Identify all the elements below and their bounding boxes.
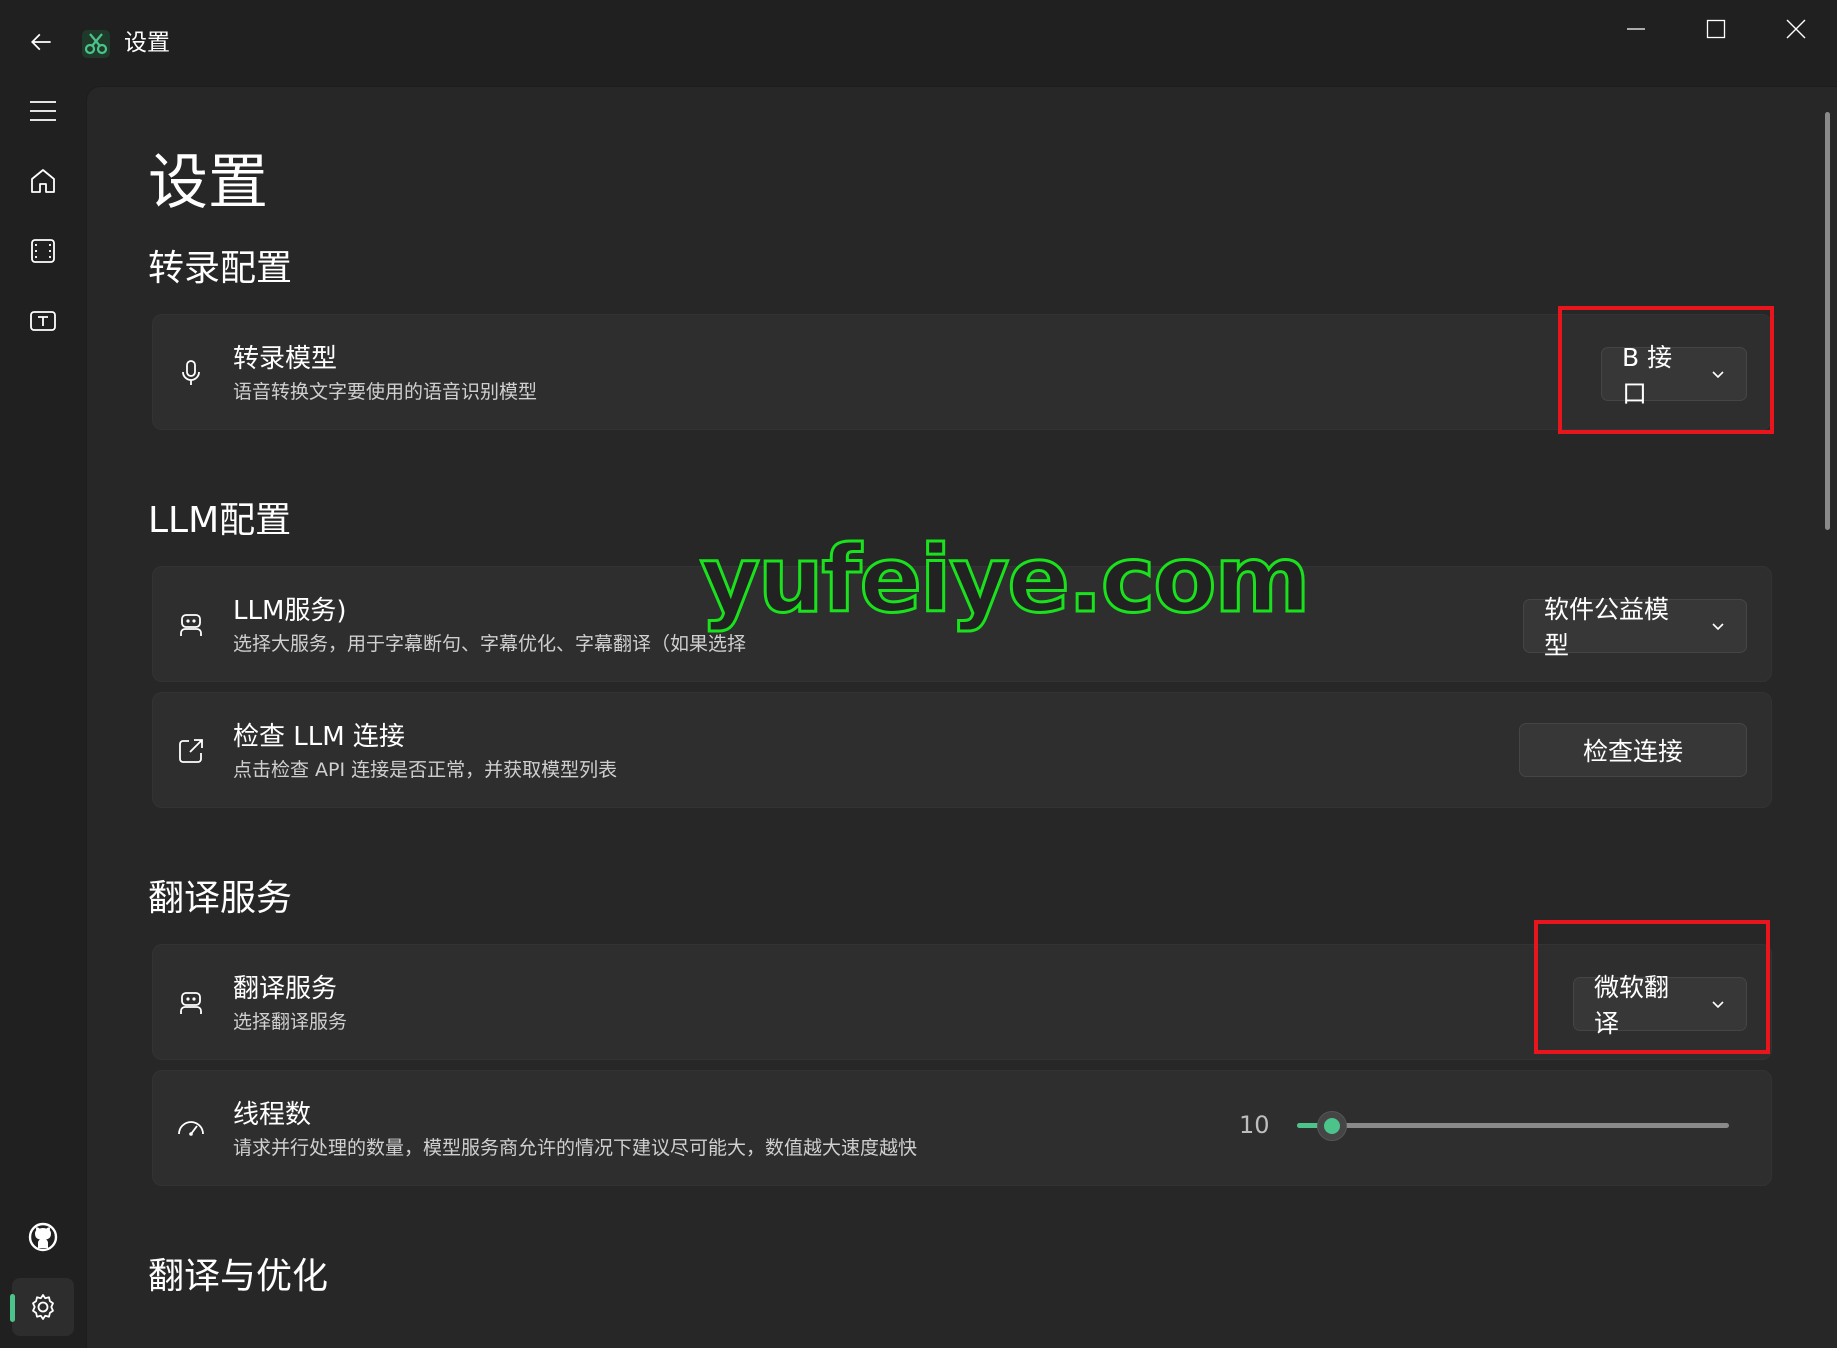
gear-icon	[32, 1294, 54, 1320]
scissors-app-icon	[80, 28, 112, 60]
setting-title: 转录模型	[233, 344, 338, 374]
chevron-down-icon	[1692, 618, 1726, 634]
nav-selection-indicator	[10, 1294, 15, 1322]
setting-title: 线程数	[233, 1100, 312, 1130]
open-external-icon	[173, 733, 209, 769]
maximize-button[interactable]	[1676, 0, 1756, 58]
close-button[interactable]	[1756, 0, 1836, 58]
section-title-translate: 翻译服务	[148, 878, 293, 919]
section-title-transcribe: 转录配置	[148, 248, 293, 289]
card-translate-service: 翻译服务 选择翻译服务 微软翻译	[152, 944, 1772, 1060]
card-llm-check: 检查 LLM 连接 点击检查 API 连接是否正常，并获取模型列表 检查连接	[152, 692, 1772, 808]
nav-menu-button[interactable]	[12, 82, 74, 140]
film-icon	[31, 239, 55, 263]
card-transcribe-model: 转录模型 语音转换文字要使用的语音识别模型 B 接口	[152, 314, 1772, 430]
nav-video[interactable]	[12, 222, 74, 280]
section-title-optimize: 翻译与优化	[148, 1256, 329, 1297]
minimize-icon	[1627, 28, 1645, 30]
speedometer-icon	[173, 1111, 209, 1147]
home-icon	[31, 169, 55, 193]
arrow-left-icon	[31, 33, 51, 51]
nav-home[interactable]	[12, 152, 74, 210]
microphone-icon	[173, 355, 209, 391]
highlight-box	[1534, 920, 1770, 1054]
github-icon	[28, 1222, 58, 1252]
close-icon	[1786, 19, 1806, 39]
section-title-llm: LLM配置	[148, 500, 292, 541]
nav-settings[interactable]	[12, 1278, 74, 1336]
check-connection-button[interactable]: 检查连接	[1519, 723, 1747, 777]
subtitle-icon	[30, 311, 56, 331]
page-title: 设置	[148, 148, 268, 218]
menu-icon	[30, 101, 56, 121]
minimize-button[interactable]	[1596, 0, 1676, 58]
llm-service-dropdown[interactable]: 软件公益模型	[1523, 595, 1747, 660]
nav-subtitle[interactable]	[12, 292, 74, 350]
setting-description: 选择翻译服务	[233, 1011, 348, 1033]
robot-icon	[173, 607, 209, 643]
setting-title: LLM服务)	[233, 596, 347, 626]
thread-count-value: 10	[1239, 1111, 1270, 1139]
thread-count-slider-track[interactable]	[1297, 1123, 1729, 1128]
setting-description: 语音转换文字要使用的语音识别模型	[233, 381, 538, 403]
maximize-icon	[1706, 19, 1726, 39]
back-button[interactable]	[18, 18, 66, 66]
thread-count-slider-thumb[interactable]	[1317, 1111, 1347, 1141]
setting-description: 请求并行处理的数量，模型服务商允许的情况下建议尽可能大，数值越大速度越快	[233, 1137, 918, 1159]
window-title: 设置	[124, 30, 170, 56]
robot-icon	[173, 985, 209, 1021]
scrollbar-thumb[interactable]	[1825, 112, 1830, 530]
dropdown-value: 软件公益模型	[1544, 595, 1670, 660]
setting-description: 点击检查 API 连接是否正常，并获取模型列表	[233, 759, 618, 781]
setting-title: 翻译服务	[233, 974, 338, 1004]
highlight-box	[1558, 306, 1774, 434]
watermark: yufeiye.com	[698, 526, 1311, 633]
card-thread-count: 线程数 请求并行处理的数量，模型服务商允许的情况下建议尽可能大，数值越大速度越快…	[152, 1070, 1772, 1186]
setting-description: 选择大服务，用于字幕断句、字幕优化、字幕翻译（如果选择	[233, 633, 747, 655]
nav-github[interactable]	[12, 1208, 74, 1266]
setting-title: 检查 LLM 连接	[233, 722, 405, 752]
